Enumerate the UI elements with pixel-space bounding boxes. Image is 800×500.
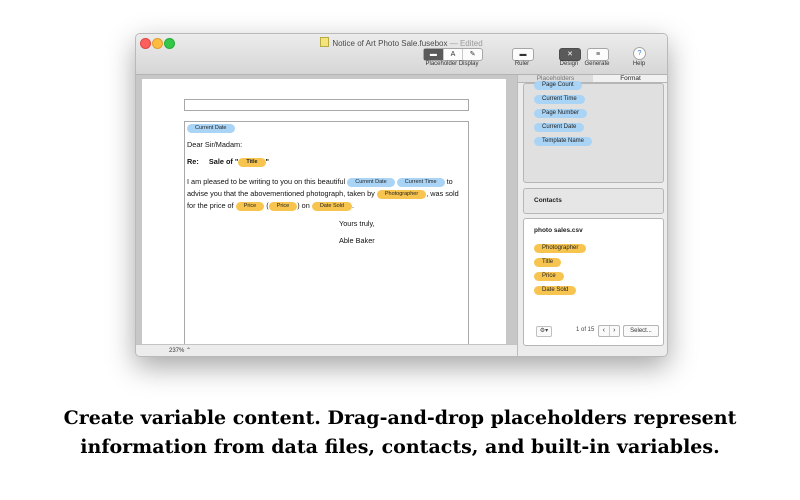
field-date-sold[interactable]: Date Sold: [534, 286, 577, 295]
field-price[interactable]: Price: [534, 272, 564, 281]
help-icon: ?: [637, 50, 642, 57]
design-label: Design: [559, 61, 579, 67]
field-photographer[interactable]: Photographer: [534, 244, 587, 253]
header-text-box[interactable]: [184, 99, 469, 111]
document-page[interactable]: Current Date Dear Sir/Madam: Re: Sale of…: [142, 79, 506, 351]
title-bar: Notice of Art Photo Sale.fusebox — Edite…: [136, 34, 667, 75]
date-sold-placeholder[interactable]: Date Sold: [311, 201, 352, 211]
marketing-caption: Create variable content. Drag-and-drop p…: [0, 404, 800, 462]
re-line: Re: Sale of " Title ": [187, 157, 270, 167]
placeholder-display-label: Placeholder Display: [425, 61, 479, 67]
paragraph-line-1: I am pleased to be writing to you on thi…: [187, 177, 453, 187]
title-placeholder[interactable]: Title: [238, 157, 266, 167]
app-window: Notice of Art Photo Sale.fusebox — Edite…: [135, 33, 668, 357]
current-time-placeholder[interactable]: Current Time: [396, 177, 445, 187]
body-text-box[interactable]: Current Date Dear Sir/Madam: Re: Sale of…: [184, 121, 469, 351]
salutation: Dear Sir/Madam:: [187, 140, 243, 149]
list-icon: ≡: [595, 51, 601, 58]
current-date-placeholder[interactable]: Current Date: [187, 123, 235, 133]
placeholder-display-control[interactable]: ▬ A ✎: [423, 48, 483, 61]
variable-current-date[interactable]: Current Date: [534, 123, 585, 132]
data-file-name: photo sales.csv: [534, 227, 583, 234]
tools-icon: ✕: [567, 51, 573, 58]
document-area[interactable]: Current Date Dear Sir/Madam: Re: Sale of…: [136, 75, 517, 351]
generate-button[interactable]: ≡: [587, 48, 609, 61]
placeholder-display-text-mode[interactable]: A: [444, 49, 464, 60]
paragraph-line-3: for the price of Price (Price) on Date S…: [187, 201, 355, 211]
status-bar: 237% ⌃: [136, 344, 517, 356]
variable-current-time[interactable]: Current Time: [534, 95, 585, 104]
variable-template-name[interactable]: Template Name: [534, 137, 593, 146]
record-nav-buttons: ‹ ›: [598, 325, 620, 337]
closing: Yours truly,: [339, 219, 375, 228]
price-placeholder[interactable]: Price: [268, 201, 298, 211]
photographer-placeholder[interactable]: Photographer: [376, 189, 427, 199]
gear-icon[interactable]: ⚙▾: [536, 326, 552, 337]
help-label: Help: [632, 61, 646, 67]
builtin-variables-list: Page Count Current Time Page Number Curr…: [534, 81, 593, 151]
select-button[interactable]: Select...: [623, 325, 659, 337]
zoom-control[interactable]: 237% ⌃: [169, 347, 191, 354]
data-field-list: Photographer Title Price Date Sold: [534, 244, 587, 300]
record-navigator: ⚙▾ 1 of 15 ‹ › Select...: [532, 325, 659, 337]
data-file-panel: photo sales.csv Photographer Title Price…: [523, 218, 664, 346]
tab-format[interactable]: Format: [593, 75, 667, 83]
generate-label: Generate: [584, 61, 610, 67]
inspector-pane: Placeholders Format Page Count Current T…: [517, 75, 667, 356]
variable-page-count[interactable]: Page Count: [534, 81, 582, 90]
price-placeholder[interactable]: Price: [235, 201, 265, 211]
caption-line-1: Create variable content. Drag-and-drop p…: [63, 407, 737, 429]
record-count: 1 of 15: [576, 327, 595, 333]
variable-page-number[interactable]: Page Number: [534, 109, 588, 118]
ruler-label: Ruler: [514, 61, 530, 67]
paragraph-line-2: advise you that the abovementioned photo…: [187, 189, 459, 199]
window-title: Notice of Art Photo Sale.fusebox — Edite…: [136, 37, 667, 48]
current-date-placeholder[interactable]: Current Date: [347, 177, 395, 187]
placeholder-display-pill-mode[interactable]: ▬: [424, 49, 444, 60]
contacts-panel[interactable]: Contacts: [523, 188, 664, 214]
signature: Able Baker: [339, 236, 375, 245]
next-record-button[interactable]: ›: [610, 326, 620, 336]
caption-line-2: information from data files, contacts, a…: [80, 436, 720, 458]
ruler-button[interactable]: ▬: [512, 48, 534, 61]
ruler-icon: ▬: [519, 51, 527, 58]
previous-record-button[interactable]: ‹: [599, 326, 610, 336]
document-icon: [320, 37, 330, 47]
placeholder-display-edit-mode[interactable]: ✎: [463, 49, 482, 60]
field-title[interactable]: Title: [534, 258, 562, 267]
design-button[interactable]: ✕: [559, 48, 581, 61]
help-button[interactable]: ?: [633, 47, 646, 60]
contacts-label: Contacts: [534, 197, 562, 204]
builtin-variables-panel: Page Count Current Time Page Number Curr…: [523, 81, 664, 183]
